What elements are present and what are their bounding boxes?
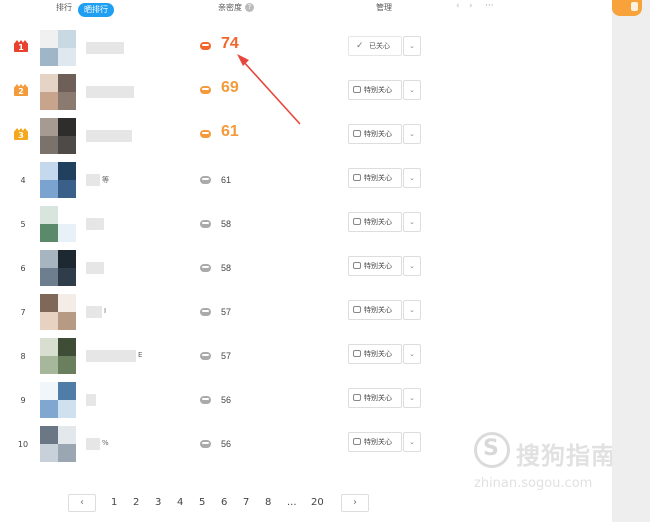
watermark-text: 搜狗指南 <box>516 442 616 470</box>
pager-prev-button[interactable]: ‹ <box>68 494 96 512</box>
watermark: S 搜狗指南 zhinan.sogou.com <box>474 432 624 492</box>
page-8[interactable]: 8 <box>265 494 271 512</box>
page-3[interactable]: 3 <box>155 494 161 512</box>
page-6[interactable]: 6 <box>221 494 227 512</box>
page-2[interactable]: 2 <box>133 494 139 512</box>
page-20[interactable]: 20 <box>311 494 324 512</box>
page-1[interactable]: 1 <box>111 494 117 512</box>
right-sidebar <box>612 0 650 522</box>
watermark-url: zhinan.sogou.com <box>474 476 593 491</box>
pager-next-button[interactable]: › <box>341 494 369 512</box>
watermark-logo-letter: S <box>483 436 499 461</box>
user-avatar[interactable] <box>612 0 642 16</box>
page-5[interactable]: 5 <box>199 494 205 512</box>
ranking-panel: 排行 晒排行 亲密度 ? 管理 ‹ › ··· 1 74 ✓ 已关心 ⌄ 2 69 特别关心 ⌄… <box>0 0 615 522</box>
page-4[interactable]: 4 <box>177 494 183 512</box>
page-ellipsis: ... <box>287 497 297 508</box>
page-7[interactable]: 7 <box>243 494 249 512</box>
